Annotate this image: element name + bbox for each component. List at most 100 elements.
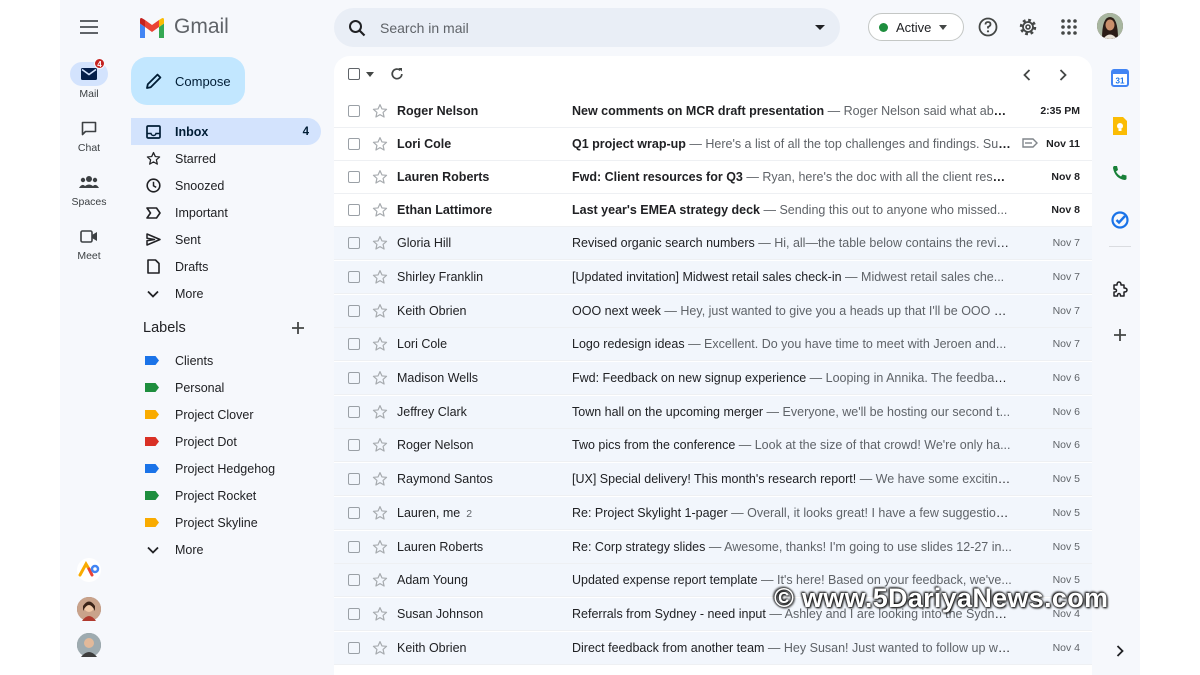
rail-item-chat[interactable]: Chat <box>60 116 118 154</box>
keep-button[interactable] <box>1108 114 1132 138</box>
nav-item-inbox[interactable]: Inbox 4 <box>131 118 321 145</box>
nav-item-snoozed[interactable]: Snoozed <box>131 172 321 199</box>
email-row[interactable]: Roger Nelson Two pics from the conference… <box>334 429 1092 462</box>
label-item-project-hedgehog[interactable]: Project Hedgehog <box>131 455 321 482</box>
star-icon[interactable] <box>372 235 388 251</box>
email-row[interactable]: Adam Young Updated expense report templat… <box>334 564 1092 597</box>
nav-item-more[interactable]: More <box>131 280 321 307</box>
star-icon[interactable] <box>372 505 388 521</box>
show-side-panel-button[interactable] <box>1108 639 1132 663</box>
apps-button[interactable] <box>1054 12 1084 42</box>
email-row[interactable]: Jeffrey Clark Town hall on the upcoming m… <box>334 396 1092 429</box>
email-row[interactable]: Lauren Roberts Fwd: Client resources for … <box>334 161 1092 194</box>
email-row[interactable]: Raymond Santos [UX] Special delivery! Thi… <box>334 463 1092 496</box>
row-checkbox[interactable] <box>348 237 360 249</box>
row-checkbox[interactable] <box>348 105 360 117</box>
account-avatar[interactable] <box>1097 13 1123 39</box>
row-checkbox[interactable] <box>348 338 360 350</box>
select-all-checkbox[interactable] <box>348 68 360 80</box>
rail-item-mail[interactable]: 4 Mail <box>60 58 118 100</box>
star-icon[interactable] <box>372 471 388 487</box>
email-date: Nov 5 <box>1052 541 1080 553</box>
label-item-project-clover[interactable]: Project Clover <box>131 401 321 428</box>
select-dropdown-icon[interactable] <box>366 71 374 77</box>
add-label-icon[interactable] <box>291 321 305 335</box>
email-row[interactable]: Keith Obrien OOO next week — Hey, just wa… <box>334 295 1092 328</box>
star-icon[interactable] <box>372 202 388 218</box>
email-row[interactable]: Gloria Hill Revised organic search number… <box>334 227 1092 260</box>
nav-item-drafts[interactable]: Drafts <box>131 253 321 280</box>
thread-count: 2 <box>466 508 473 520</box>
chevron-right-icon[interactable] <box>1059 69 1067 81</box>
row-checkbox[interactable] <box>348 305 360 317</box>
refresh-icon[interactable] <box>390 67 404 81</box>
nav-item-sent[interactable]: Sent <box>131 226 321 253</box>
row-checkbox[interactable] <box>348 642 360 654</box>
star-icon[interactable] <box>372 572 388 588</box>
settings-button[interactable] <box>1013 12 1043 42</box>
label-item-project-dot[interactable]: Project Dot <box>131 428 321 455</box>
email-row[interactable]: Lauren Roberts Re: Corp strategy slides —… <box>334 531 1092 564</box>
search-bar[interactable] <box>334 8 840 47</box>
email-row[interactable]: Madison Wells Fwd: Feedback on new signup… <box>334 362 1092 395</box>
star-icon[interactable] <box>372 437 388 453</box>
row-checkbox[interactable] <box>348 574 360 586</box>
row-checkbox[interactable] <box>348 608 360 620</box>
email-row[interactable]: Lori Cole Logo redesign ideas — Excellent… <box>334 328 1092 361</box>
contact-avatar[interactable] <box>77 633 101 657</box>
email-row[interactable]: Lori Cole Q1 project wrap-up — Here's a l… <box>334 128 1092 161</box>
google-workspace-logo[interactable] <box>77 558 101 582</box>
star-icon[interactable] <box>372 539 388 555</box>
status-selector[interactable]: Active <box>868 13 964 41</box>
star-icon[interactable] <box>372 640 388 656</box>
row-checkbox[interactable] <box>348 507 360 519</box>
chevron-left-icon[interactable] <box>1023 69 1031 81</box>
gmail-logo[interactable]: Gmail <box>138 12 229 42</box>
nav-item-starred[interactable]: Starred <box>131 145 321 172</box>
star-icon[interactable] <box>372 103 388 119</box>
row-checkbox[interactable] <box>348 439 360 451</box>
help-button[interactable] <box>973 12 1003 42</box>
email-row[interactable]: Ethan Lattimore Last year's EMEA strategy… <box>334 194 1092 227</box>
tasks-button[interactable] <box>1108 208 1132 232</box>
email-row[interactable]: Susan Johnson Referrals from Sydney - nee… <box>334 598 1092 631</box>
email-row[interactable]: Shirley Franklin [Updated invitation] Mid… <box>334 261 1092 294</box>
row-checkbox[interactable] <box>348 171 360 183</box>
star-icon[interactable] <box>372 606 388 622</box>
voice-button[interactable] <box>1108 161 1132 185</box>
search-input[interactable] <box>380 19 814 36</box>
compose-button[interactable]: Compose <box>131 57 245 105</box>
main-menu-button[interactable] <box>74 12 104 42</box>
label-item-project-rocket[interactable]: Project Rocket <box>131 482 321 509</box>
get-addons-button[interactable] <box>1108 323 1132 347</box>
rail-item-meet[interactable]: Meet <box>60 224 118 262</box>
row-checkbox[interactable] <box>348 204 360 216</box>
star-icon[interactable] <box>372 169 388 185</box>
row-checkbox[interactable] <box>348 271 360 283</box>
addons-button[interactable] <box>1108 277 1132 301</box>
star-icon[interactable] <box>372 336 388 352</box>
star-icon[interactable] <box>372 269 388 285</box>
nav-item-important[interactable]: Important <box>131 199 321 226</box>
star-icon[interactable] <box>372 303 388 319</box>
search-icon[interactable] <box>348 19 366 37</box>
row-checkbox[interactable] <box>348 541 360 553</box>
row-checkbox[interactable] <box>348 473 360 485</box>
row-checkbox[interactable] <box>348 406 360 418</box>
calendar-button[interactable]: 31 <box>1108 66 1132 90</box>
label-item-project-skyline[interactable]: Project Skyline <box>131 509 321 536</box>
email-row[interactable]: Keith Obrien Direct feedback from another… <box>334 632 1092 665</box>
star-icon[interactable] <box>372 136 388 152</box>
email-row[interactable]: Lauren, me 2 Re: Project Skylight 1-pager … <box>334 497 1092 530</box>
rail-item-spaces[interactable]: Spaces <box>60 170 118 208</box>
contact-avatar[interactable] <box>77 597 101 621</box>
email-row[interactable]: Roger Nelson New comments on MCR draft pr… <box>334 95 1092 128</box>
search-options-dropdown-icon[interactable] <box>814 24 826 32</box>
label-item-clients[interactable]: Clients <box>131 347 321 374</box>
star-icon[interactable] <box>372 370 388 386</box>
row-checkbox[interactable] <box>348 372 360 384</box>
star-icon[interactable] <box>372 404 388 420</box>
label-item-more[interactable]: More <box>131 536 321 563</box>
row-checkbox[interactable] <box>348 138 360 150</box>
label-item-personal[interactable]: Personal <box>131 374 321 401</box>
